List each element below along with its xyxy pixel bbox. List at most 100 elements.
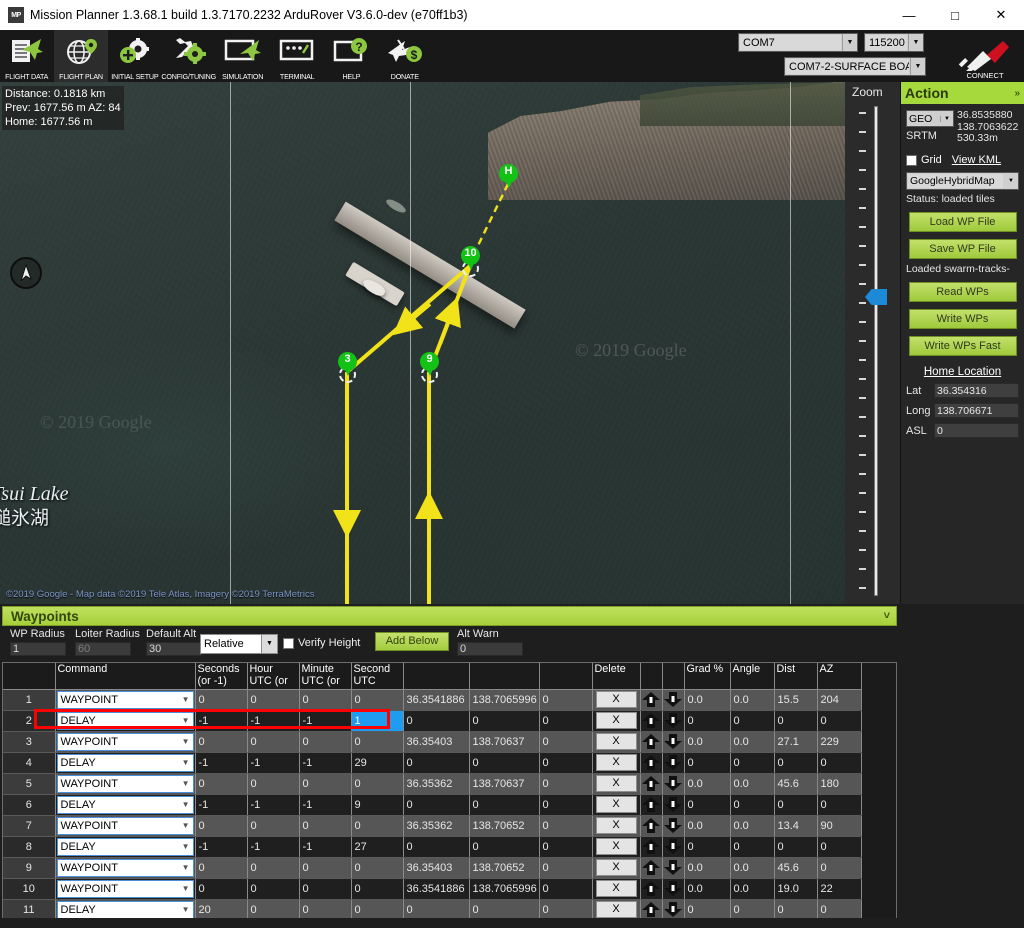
action-panel-header[interactable]: Action » bbox=[901, 82, 1024, 104]
command-select-cell[interactable]: DELAY ▼ bbox=[55, 752, 196, 774]
col-header-minute[interactable]: Minute UTC (or bbox=[299, 663, 352, 690]
move-up-icon[interactable] bbox=[641, 774, 662, 793]
command-select-cell[interactable]: WAYPOINT ▼ bbox=[55, 857, 196, 879]
hour-cell[interactable]: 0 bbox=[247, 899, 300, 921]
az-cell[interactable]: 90 bbox=[817, 815, 862, 837]
move-down-cell[interactable] bbox=[662, 899, 685, 921]
extra-cell[interactable]: 0 bbox=[539, 857, 593, 879]
hour-cell[interactable]: 0 bbox=[247, 878, 300, 900]
longitude-cell[interactable]: 0 bbox=[469, 710, 540, 732]
command-select[interactable]: WAYPOINT ▼ bbox=[56, 774, 194, 793]
latitude-cell[interactable]: 0 bbox=[403, 752, 470, 774]
command-select-cell[interactable]: DELAY ▼ bbox=[55, 836, 196, 858]
grad-cell[interactable]: 0.0 bbox=[684, 731, 731, 753]
row-index-cell[interactable]: 10 bbox=[3, 878, 56, 900]
second-cell[interactable]: 9 bbox=[351, 794, 404, 816]
map-marker-9[interactable]: 9 bbox=[420, 352, 439, 378]
move-down-icon[interactable] bbox=[663, 711, 684, 730]
grad-cell[interactable]: 0.0 bbox=[684, 773, 731, 795]
toolbar-item-flight-plan[interactable]: FLIGHT PLAN bbox=[54, 30, 108, 82]
longitude-cell[interactable]: 138.70637 bbox=[469, 773, 540, 795]
table-row[interactable]: 10 WAYPOINT ▼ 0 0 0 0 36.3541886 138.7065996 0 X 0.… bbox=[3, 878, 862, 900]
az-cell[interactable]: 22 bbox=[817, 878, 862, 900]
col-header-angle[interactable]: Angle bbox=[730, 663, 775, 690]
table-row[interactable]: 6 DELAY ▼ -1 -1 -1 9 0 0 0 X 0 0 0 0 bbox=[3, 794, 862, 816]
extra-cell[interactable]: 0 bbox=[539, 815, 593, 837]
longitude-cell[interactable]: 138.70652 bbox=[469, 857, 540, 879]
command-select-cell[interactable]: WAYPOINT ▼ bbox=[55, 731, 196, 753]
move-down-cell[interactable] bbox=[662, 773, 685, 795]
az-cell[interactable]: 229 bbox=[817, 731, 862, 753]
chevron-right-icon[interactable]: » bbox=[1014, 88, 1020, 99]
command-select[interactable]: DELAY ▼ bbox=[56, 753, 194, 772]
col-header-move-down[interactable] bbox=[662, 663, 685, 690]
move-down-cell[interactable] bbox=[662, 689, 685, 711]
home-long-input[interactable]: 138.706671 bbox=[934, 403, 1019, 418]
angle-cell[interactable]: 0 bbox=[730, 899, 775, 921]
extra-cell[interactable]: 0 bbox=[539, 899, 593, 921]
az-cell[interactable]: 0 bbox=[817, 710, 862, 732]
latitude-cell[interactable]: 0 bbox=[403, 710, 470, 732]
move-down-icon[interactable] bbox=[663, 690, 684, 709]
command-select[interactable]: DELAY ▼ bbox=[56, 795, 194, 814]
longitude-cell[interactable]: 0 bbox=[469, 752, 540, 774]
angle-cell[interactable]: 0 bbox=[730, 794, 775, 816]
move-down-icon[interactable] bbox=[663, 837, 684, 856]
command-select-cell[interactable]: DELAY ▼ bbox=[55, 899, 196, 921]
table-row[interactable]: 9 WAYPOINT ▼ 0 0 0 0 36.35403 138.70652 0 X 0.0 0.0 4… bbox=[3, 857, 862, 879]
seconds-cell[interactable]: 0 bbox=[195, 773, 248, 795]
dist-cell[interactable]: 0 bbox=[774, 794, 818, 816]
hour-cell[interactable]: -1 bbox=[247, 836, 300, 858]
write-wps-button[interactable]: Write WPs bbox=[908, 309, 1017, 329]
chevron-down-icon[interactable]: ˅ bbox=[884, 610, 890, 622]
seconds-cell[interactable]: 0 bbox=[195, 731, 248, 753]
second-cell[interactable]: 0 bbox=[351, 878, 404, 900]
az-cell[interactable]: 0 bbox=[817, 836, 862, 858]
alt-warn-input[interactable]: 0 bbox=[457, 642, 523, 656]
az-cell[interactable]: 204 bbox=[817, 689, 862, 711]
view-kml-link[interactable]: View KML bbox=[952, 154, 1001, 166]
move-up-icon[interactable] bbox=[641, 879, 662, 898]
delete-cell[interactable]: X bbox=[592, 689, 641, 711]
move-down-icon[interactable] bbox=[663, 732, 684, 751]
table-row[interactable]: 3 WAYPOINT ▼ 0 0 0 0 36.35403 138.70637 0 X 0.0 0.0 2… bbox=[3, 731, 862, 753]
read-wps-button[interactable]: Read WPs bbox=[908, 282, 1017, 302]
extra-cell[interactable]: 0 bbox=[539, 731, 593, 753]
move-up-cell[interactable] bbox=[640, 773, 663, 795]
minute-cell[interactable]: -1 bbox=[299, 794, 352, 816]
vehicle-select[interactable]: COM7-2-SURFACE BOAT ▼ bbox=[784, 57, 926, 76]
longitude-cell[interactable]: 0 bbox=[469, 794, 540, 816]
command-select[interactable]: DELAY ▼ bbox=[56, 837, 194, 856]
delete-cell[interactable]: X bbox=[592, 857, 641, 879]
seconds-cell[interactable]: -1 bbox=[195, 752, 248, 774]
move-down-icon[interactable] bbox=[663, 900, 684, 919]
delete-row-button[interactable]: X bbox=[595, 880, 637, 897]
command-select[interactable]: WAYPOINT ▼ bbox=[56, 816, 194, 835]
latitude-cell[interactable]: 36.3541886 bbox=[403, 878, 470, 900]
col-header-delete[interactable]: Delete bbox=[592, 663, 641, 690]
move-down-icon[interactable] bbox=[663, 879, 684, 898]
seconds-cell[interactable]: 0 bbox=[195, 878, 248, 900]
grad-cell[interactable]: 0.0 bbox=[684, 815, 731, 837]
second-cell[interactable]: 27 bbox=[351, 836, 404, 858]
longitude-cell[interactable]: 0 bbox=[469, 899, 540, 921]
table-row[interactable]: 1 WAYPOINT ▼ 0 0 0 0 36.3541886 138.7065996 0 X 0.0… bbox=[3, 689, 862, 711]
minute-cell[interactable]: 0 bbox=[299, 773, 352, 795]
move-up-cell[interactable] bbox=[640, 815, 663, 837]
altitude-frame-select[interactable]: Relative ▼ bbox=[200, 634, 278, 654]
table-row[interactable]: 11 DELAY ▼ 20 0 0 0 0 0 0 X 0 0 0 0 bbox=[3, 899, 862, 921]
dist-cell[interactable]: 0 bbox=[774, 710, 818, 732]
row-index-cell[interactable]: 4 bbox=[3, 752, 56, 774]
longitude-cell[interactable]: 138.70637 bbox=[469, 731, 540, 753]
move-up-icon[interactable] bbox=[641, 900, 662, 919]
minute-cell[interactable]: -1 bbox=[299, 836, 352, 858]
angle-cell[interactable]: 0.0 bbox=[730, 857, 775, 879]
angle-cell[interactable]: 0 bbox=[730, 710, 775, 732]
grad-cell[interactable]: 0.0 bbox=[684, 878, 731, 900]
second-cell[interactable]: 1 bbox=[351, 710, 404, 732]
move-down-icon[interactable] bbox=[663, 795, 684, 814]
command-select-cell[interactable]: WAYPOINT ▼ bbox=[55, 878, 196, 900]
command-select[interactable]: WAYPOINT ▼ bbox=[56, 879, 194, 898]
move-up-cell[interactable] bbox=[640, 794, 663, 816]
move-up-icon[interactable] bbox=[641, 732, 662, 751]
